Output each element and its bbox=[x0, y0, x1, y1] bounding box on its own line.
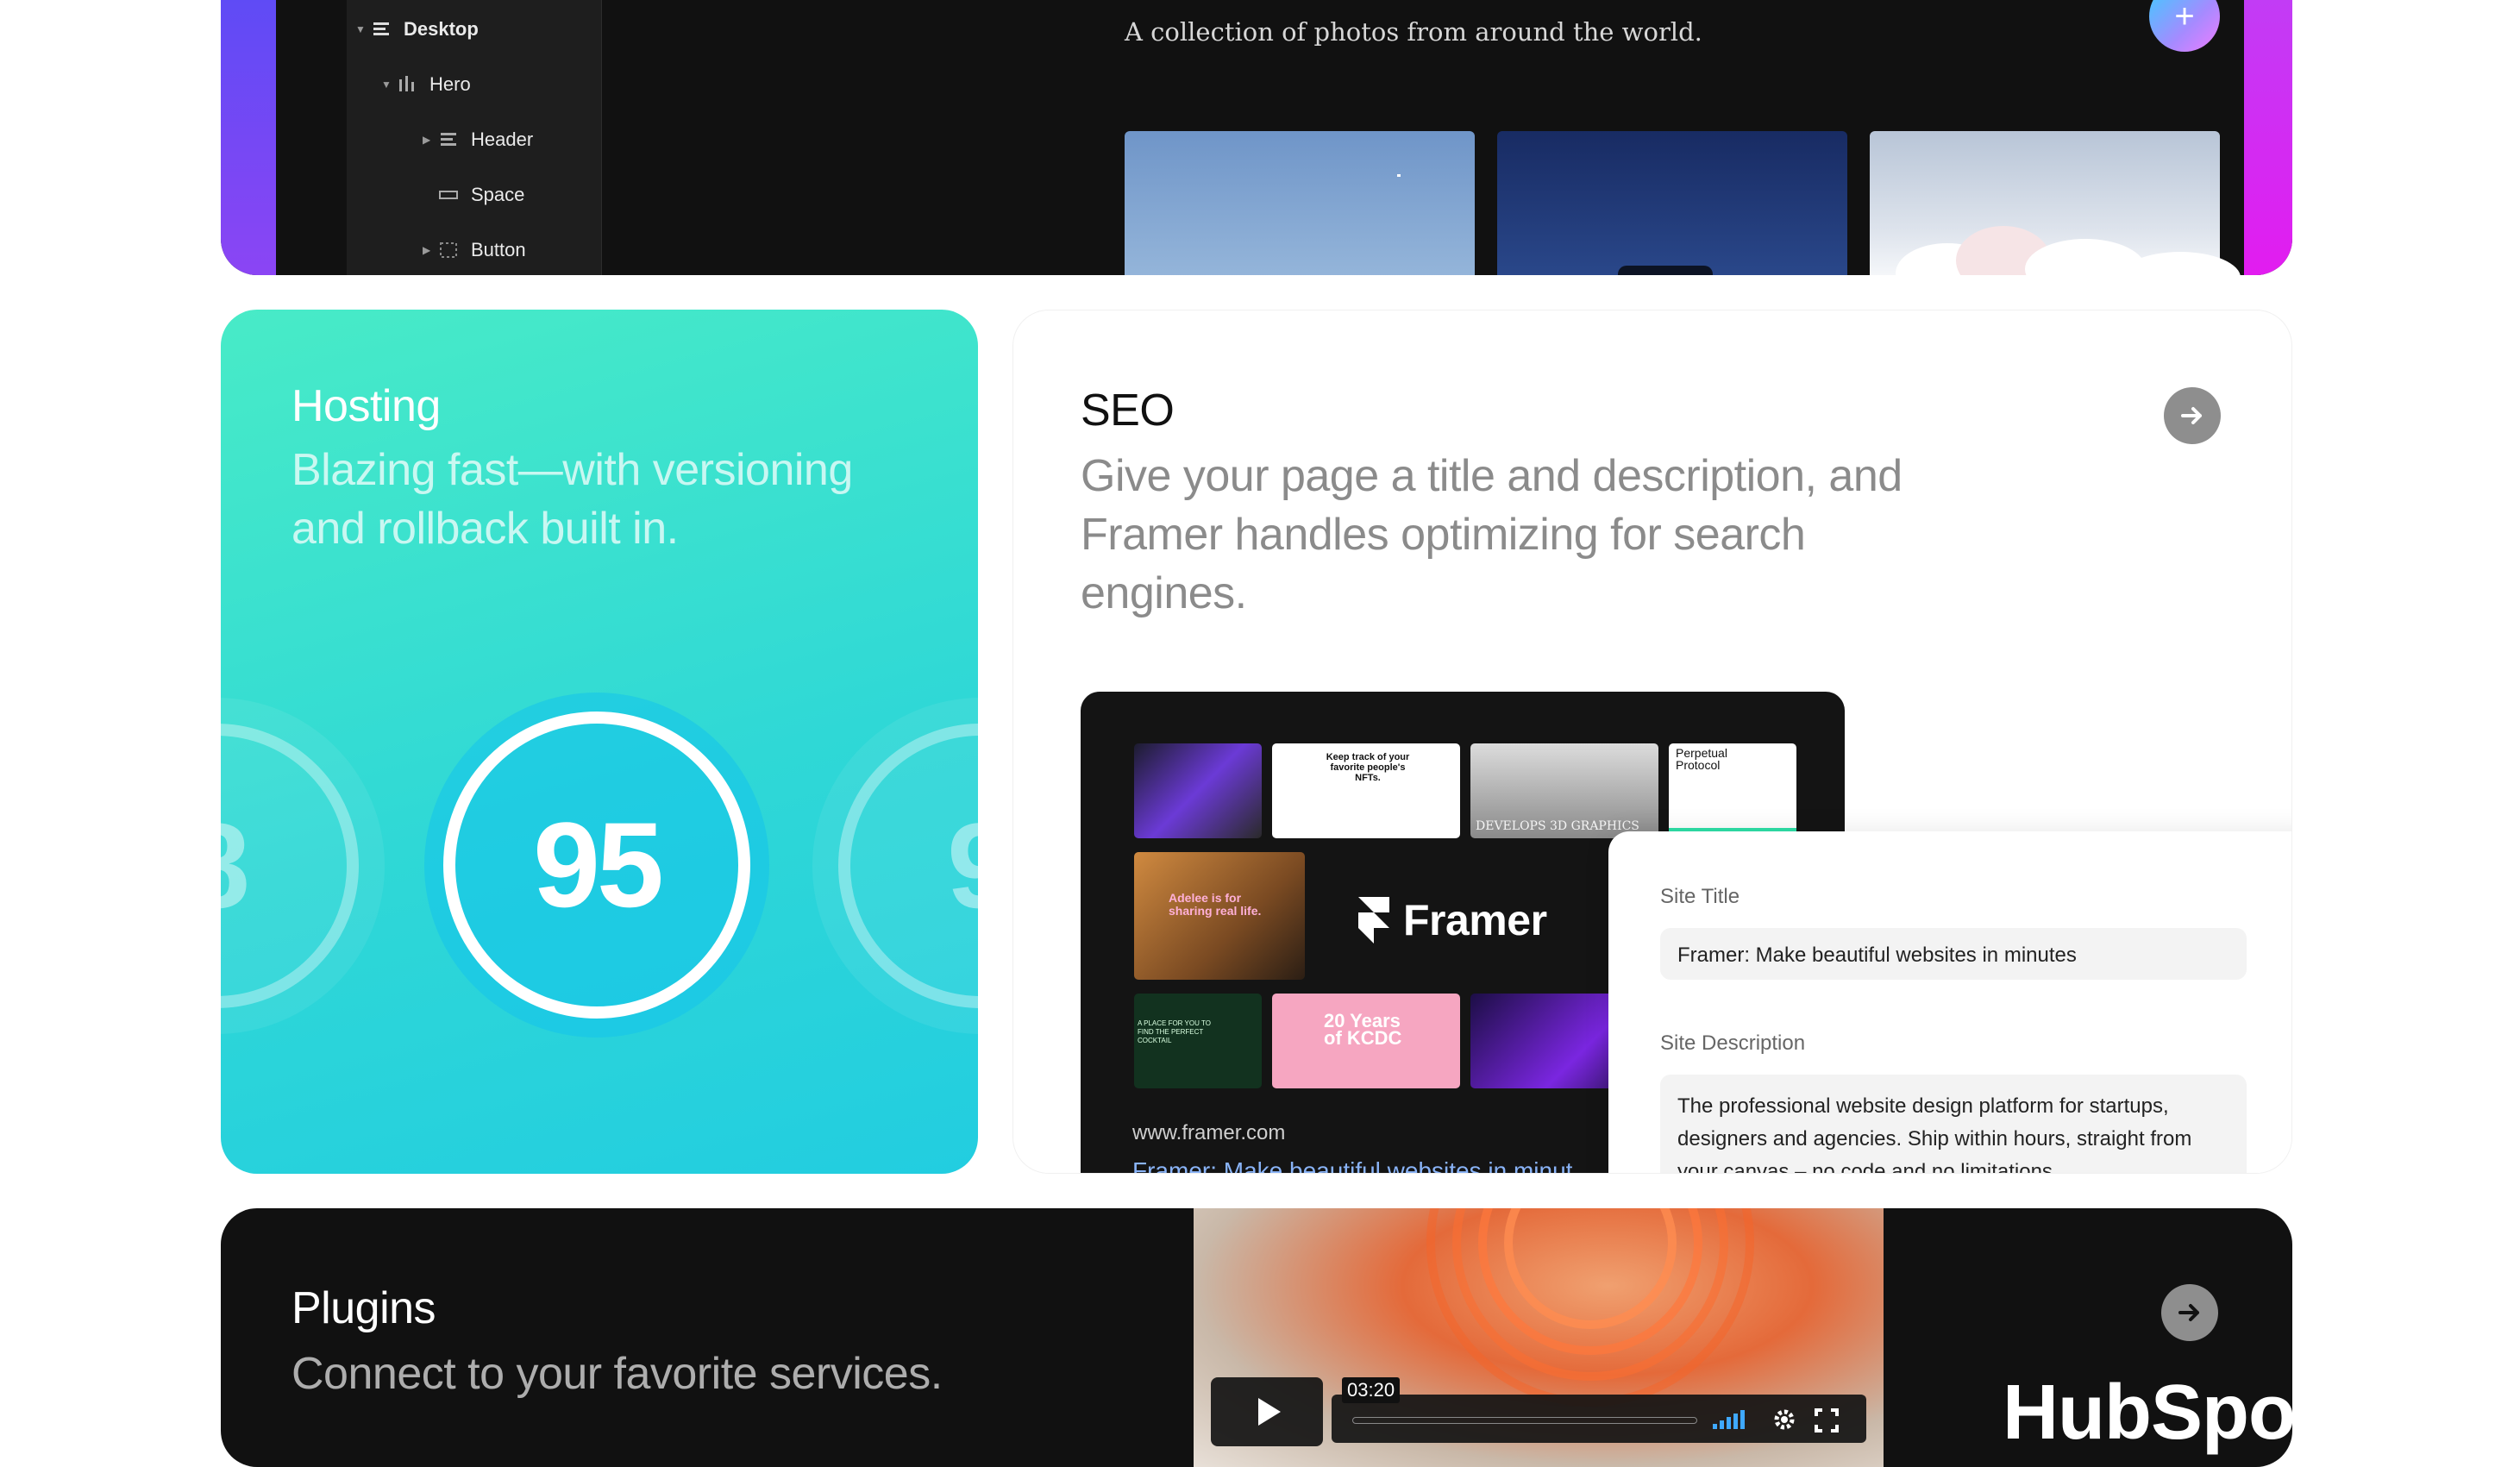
seo-subtitle: Give your page a title and description, … bbox=[1081, 451, 1903, 618]
framer-icon bbox=[1358, 897, 1389, 944]
plugins-arrow-button[interactable] bbox=[2161, 1284, 2218, 1341]
video-controls: 03:20 bbox=[1211, 1377, 1866, 1455]
arrow-right-icon bbox=[2181, 407, 2202, 424]
framer-logo: Framer bbox=[1357, 895, 1547, 945]
site-description-label: Site Description bbox=[1660, 1031, 1806, 1055]
gradient-edge-right bbox=[2244, 0, 2292, 275]
chevron-right-icon[interactable]: ▶ bbox=[423, 134, 435, 146]
layer-label: Space bbox=[471, 184, 525, 205]
stack-icon bbox=[435, 132, 462, 147]
plugins-title: Plugins bbox=[291, 1283, 436, 1333]
layer-label: Header bbox=[471, 129, 534, 150]
score-value: 95 bbox=[533, 797, 664, 932]
canvas-preview-card: ▼ Desktop ▼ Hero ▶ Header Space ▶ Button… bbox=[221, 0, 2292, 275]
layer-button[interactable]: ▶ Button bbox=[423, 233, 526, 267]
site-thumbnail bbox=[1134, 743, 1262, 838]
video-progress-bar[interactable] bbox=[1332, 1395, 1866, 1443]
hosting-title: Hosting bbox=[291, 381, 441, 431]
frame-icon bbox=[435, 241, 462, 259]
result-url: www.framer.com bbox=[1132, 1121, 1286, 1144]
site-title-label: Site Title bbox=[1660, 885, 1740, 908]
layer-hero[interactable]: ▼ Hero bbox=[381, 67, 471, 102]
seo-card[interactable]: SEO Give your page a title and descripti… bbox=[1012, 310, 2292, 1174]
layer-label: Desktop bbox=[404, 18, 479, 40]
plugins-card[interactable]: Plugins Connect to your favorite service… bbox=[221, 1208, 2292, 1467]
site-thumbnail: A PLACE FOR YOU TO FIND THE PERFECT COCK… bbox=[1134, 994, 1262, 1088]
layer-desktop[interactable]: ▼ Desktop bbox=[355, 12, 479, 47]
performance-score-main: 95 bbox=[443, 712, 750, 1019]
photo-sky-blue[interactable] bbox=[1125, 131, 1475, 275]
site-thumbnail: DEVELOPS 3D GRAPHICS bbox=[1470, 743, 1658, 838]
hubspot-logo: HubSpot bbox=[2003, 1370, 2292, 1456]
plugins-subtitle: Connect to your favorite services. bbox=[291, 1349, 943, 1399]
seo-arrow-button[interactable] bbox=[2164, 387, 2221, 444]
volume-icon bbox=[1713, 1410, 1745, 1429]
spacer-icon bbox=[435, 190, 462, 200]
video-timecode: 03:20 bbox=[1342, 1377, 1401, 1403]
layer-header[interactable]: ▶ Header bbox=[423, 122, 533, 157]
layers-panel: ▼ Desktop ▼ Hero ▶ Header Space ▶ Button bbox=[347, 0, 602, 275]
collection-description: A collection of photos from around the w… bbox=[1125, 17, 1702, 47]
seo-title: SEO bbox=[1081, 386, 1175, 436]
site-thumbnail: Adelee is for sharing real life. bbox=[1134, 852, 1305, 980]
site-title-field[interactable]: Framer: Make beautiful websites in minut… bbox=[1660, 928, 2247, 980]
layer-label: Button bbox=[471, 239, 526, 260]
site-description-field[interactable]: The professional website design platform… bbox=[1660, 1075, 2247, 1173]
play-button[interactable] bbox=[1211, 1377, 1323, 1446]
layer-label: Hero bbox=[429, 73, 471, 95]
gear-icon bbox=[1774, 1409, 1795, 1430]
canvas-area: ▼ Desktop ▼ Hero ▶ Header Space ▶ Button… bbox=[276, 0, 2244, 275]
chevron-down-icon[interactable]: ▼ bbox=[355, 23, 367, 35]
result-title-link[interactable]: Framer: Make beautiful websites in minut bbox=[1132, 1157, 1572, 1173]
play-icon bbox=[1258, 1398, 1281, 1426]
add-button[interactable]: + bbox=[2149, 0, 2220, 52]
video-player[interactable]: 03:20 bbox=[1194, 1208, 1884, 1467]
fullscreen-icon bbox=[1815, 1408, 1839, 1433]
hosting-subtitle: Blazing fast—with versioning and rollbac… bbox=[291, 445, 853, 554]
meta-settings-panel: Site Title Framer: Make beautiful websit… bbox=[1608, 831, 2291, 1173]
stack-icon bbox=[367, 22, 395, 37]
photo-clouds[interactable] bbox=[1870, 131, 2241, 275]
photo-night-sky[interactable] bbox=[1497, 131, 1847, 275]
chevron-down-icon[interactable]: ▼ bbox=[381, 78, 393, 91]
site-thumbnail: Keep track of your favorite people's NFT… bbox=[1272, 743, 1460, 838]
layer-space[interactable]: Space bbox=[423, 178, 524, 212]
columns-icon bbox=[393, 76, 421, 93]
site-thumbnail: 20 Years of KCDC bbox=[1272, 994, 1460, 1088]
plus-icon: + bbox=[2174, 0, 2195, 35]
arrow-right-icon bbox=[2178, 1304, 2199, 1321]
site-thumbnail: Perpetual Protocol bbox=[1669, 743, 1796, 838]
hosting-card[interactable]: Hosting Blazing fast—with versioning and… bbox=[221, 310, 978, 1174]
chevron-right-icon[interactable]: ▶ bbox=[423, 244, 435, 256]
